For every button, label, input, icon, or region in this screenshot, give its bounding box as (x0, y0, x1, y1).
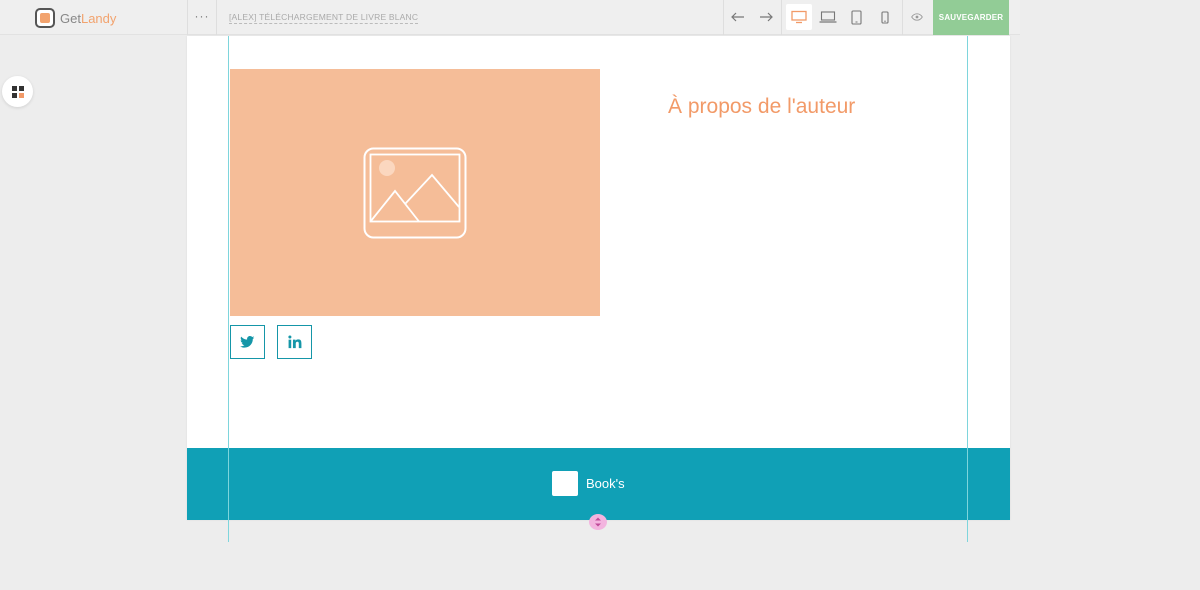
device-tablet-button[interactable] (843, 4, 869, 30)
save-button[interactable]: SAUVEGARDER (933, 0, 1009, 35)
footer-logo[interactable] (552, 471, 578, 496)
twitter-button[interactable] (230, 325, 265, 359)
linkedin-icon (287, 335, 301, 349)
section-resize-handle[interactable] (589, 514, 607, 530)
mobile-icon (881, 10, 889, 24)
left-content-guide (228, 36, 229, 542)
desktop-icon (791, 10, 807, 24)
image-icon (363, 147, 467, 238)
eye-icon (911, 13, 923, 21)
preview-button[interactable] (904, 4, 930, 30)
device-laptop-button[interactable] (815, 4, 841, 30)
logo-text-suffix: Landy (80, 10, 117, 26)
undo-button[interactable] (725, 4, 751, 30)
arrow-right-icon (760, 12, 773, 22)
page-title[interactable]: [ALEX] TÉLÉCHARGEMENT DE LIVRE BLANC (229, 12, 419, 24)
redo-button[interactable] (753, 4, 779, 30)
laptop-icon (819, 11, 837, 23)
divider (902, 0, 903, 35)
arrow-left-icon (731, 12, 744, 22)
tablet-icon (850, 9, 862, 25)
author-section-title[interactable]: À propos de l'auteur (668, 95, 855, 119)
more-menu-button[interactable]: ··· (188, 0, 216, 35)
logo-text-prefix: Get (60, 10, 81, 26)
right-content-guide (967, 36, 968, 542)
footer-brand-name[interactable]: Book's (586, 476, 625, 491)
device-desktop-button[interactable] (786, 4, 812, 30)
blocks-icon (11, 85, 24, 98)
top-toolbar: GetLandy ··· [ALEX] TÉLÉCHARGEMENT DE LI… (0, 0, 1020, 35)
resize-vertical-icon (595, 517, 601, 527)
add-block-button[interactable] (2, 76, 33, 107)
divider (781, 0, 782, 35)
author-image-placeholder[interactable] (230, 69, 600, 316)
device-mobile-button[interactable] (872, 4, 898, 30)
divider (723, 0, 724, 35)
logo-icon (35, 8, 55, 28)
getlandy-logo[interactable]: GetLandy (35, 8, 116, 28)
linkedin-button[interactable] (277, 325, 312, 359)
twitter-icon (240, 336, 255, 348)
logo-text: GetLandy (60, 11, 116, 26)
divider (216, 0, 217, 35)
